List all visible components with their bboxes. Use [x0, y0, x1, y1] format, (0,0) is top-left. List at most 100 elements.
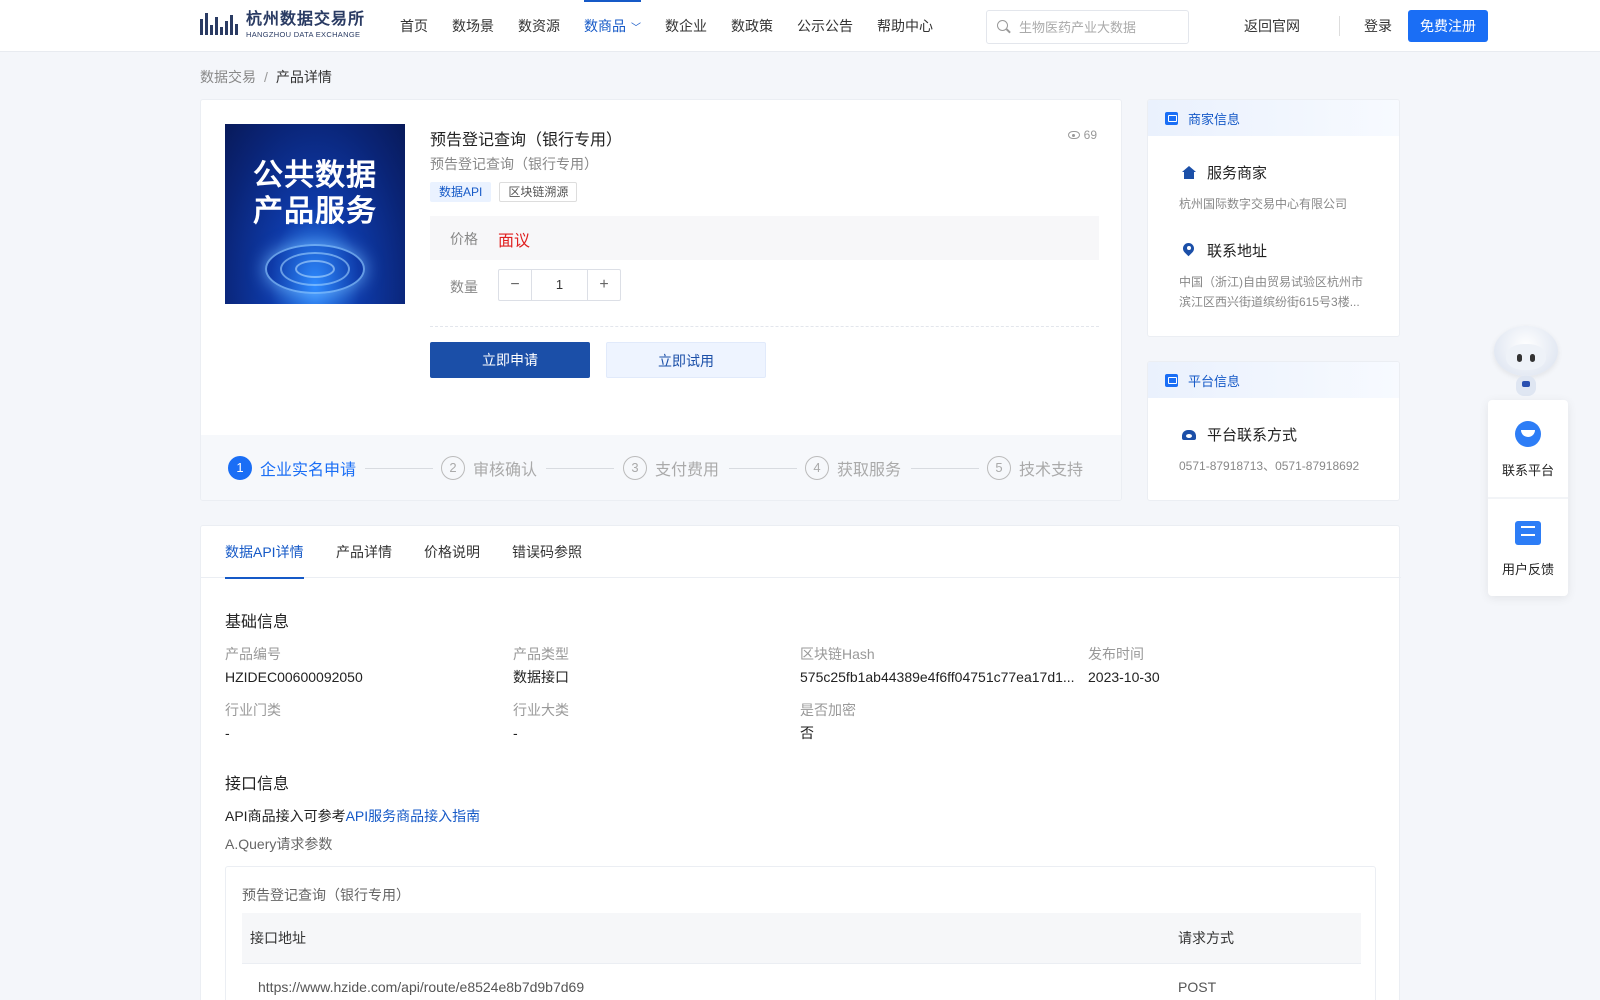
search-input[interactable] [1019, 19, 1179, 35]
api-endpoint-box: 预告登记查询（银行专用） 接口地址 请求方式 https://www.hzide… [225, 866, 1376, 1000]
try-now-button[interactable]: 立即试用 [606, 342, 766, 378]
step-4: 4 获取服务 [805, 455, 901, 481]
floating-panel: 联系平台 用户反馈 [1488, 400, 1568, 596]
step-2: 2 审核确认 [441, 455, 537, 481]
table-row: https://www.hzide.com/api/route/e8524e8b… [242, 963, 1361, 1000]
step-2-number: 2 [441, 456, 465, 480]
step-3: 3 支付费用 [623, 455, 719, 481]
view-count: 69 [1067, 128, 1097, 142]
platform-contact-title: 平台联系方式 [1207, 427, 1298, 444]
step-4-number: 4 [805, 456, 829, 480]
view-count-value: 69 [1083, 128, 1097, 142]
field-blockchain-hash: 区块链Hash 575c25fb1ab44389e4f6ff04751c77ea… [800, 646, 1075, 685]
platform-info-icon [1165, 373, 1178, 387]
col-method-header: 请求方式 [1178, 930, 1234, 946]
register-button[interactable]: 免费注册 [1408, 10, 1488, 42]
breadcrumb-current: 产品详情 [275, 69, 332, 85]
eye-icon [1067, 131, 1080, 139]
logo-title: 杭州数据交易所 [246, 10, 366, 28]
chevron-down-icon: ﹀ [631, 23, 641, 34]
home-icon [1181, 165, 1197, 181]
tag-blockchain-trace: 区块链溯源 [499, 182, 578, 202]
step-5: 5 技术支持 [987, 455, 1083, 481]
nav-resources[interactable]: 数资源 [518, 0, 560, 52]
service-merchant-value: 杭州国际数字交易中心有限公司 [1179, 197, 1348, 211]
col-url-header: 接口地址 [250, 930, 306, 946]
feedback-mail-icon [1512, 517, 1544, 549]
top-header: 杭州数据交易所 HANGZHOU DATA EXCHANGE 首页 数场景 数资… [0, 0, 1600, 52]
nav-home[interactable]: 首页 [400, 0, 428, 52]
nav-scenes[interactable]: 数场景 [452, 0, 494, 52]
site-logo[interactable]: 杭州数据交易所 HANGZHOU DATA EXCHANGE [200, 9, 365, 41]
field-product-code: 产品编号 HZIDEC00600092050 [225, 646, 363, 685]
details-section: 数据API详情 产品详情 价格说明 错误码参照 基础信息 产品编号 HZIDEC… [200, 525, 1401, 1000]
basic-info-title: 基础信息 [225, 614, 290, 631]
search-icon[interactable] [997, 20, 1011, 34]
nav-announcements[interactable]: 公示公告 [797, 0, 853, 52]
step-5-number: 5 [987, 456, 1011, 480]
details-tabs: 数据API详情 产品详情 价格说明 错误码参照 [201, 526, 1401, 579]
phone-icon [1181, 427, 1197, 443]
robot-assistant-icon[interactable] [1486, 326, 1566, 400]
quantity-minus-button[interactable]: − [499, 270, 531, 300]
quantity-plus-button[interactable]: + [588, 270, 620, 300]
field-encrypted: 是否加密 否 [800, 702, 856, 741]
field-industry-major: 行业大类 - [513, 702, 569, 741]
breadcrumb: 数据交易 / 产品详情 [200, 67, 332, 87]
platform-info-title: 平台信息 [1188, 373, 1241, 389]
tag-data-api: 数据API [430, 182, 492, 202]
quantity-input[interactable]: 1 [531, 270, 588, 300]
login-link[interactable]: 登录 [1364, 0, 1392, 52]
service-merchant-title: 服务商家 [1207, 165, 1268, 182]
step-5-label: 技术支持 [1019, 462, 1084, 479]
process-steps: 1 企业实名申请 2 审核确认 3 支付费用 4 获取服务 5 技术支持 [201, 435, 1121, 500]
tab-product-details[interactable]: 产品详情 [336, 526, 392, 578]
api-url-value: https://www.hzide.com/api/route/e8524e8b… [258, 979, 585, 995]
apply-now-button[interactable]: 立即申请 [430, 342, 590, 378]
step-1: 1 企业实名申请 [228, 455, 356, 481]
merchant-info-card: 商家信息 服务商家 杭州国际数字交易中心有限公司 联系地址 中国（浙江)自由贸易… [1147, 99, 1400, 337]
api-note-text: API商品接入可参考 [225, 808, 346, 824]
contact-platform-button[interactable]: 联系平台 [1488, 400, 1568, 496]
merchant-info-title: 商家信息 [1188, 111, 1241, 127]
field-product-type: 产品类型 数据接口 [513, 646, 569, 685]
user-feedback-button[interactable]: 用户反馈 [1488, 499, 1568, 595]
search-box[interactable] [986, 10, 1189, 44]
tab-pricing[interactable]: 价格说明 [424, 526, 480, 578]
product-card: 公共数据 产品服务 预告登记查询（银行专用） 预告登记查询（银行专用） 69 数… [200, 99, 1122, 501]
api-table-header: 接口地址 请求方式 [242, 913, 1361, 963]
product-image-text-2: 产品服务 [253, 195, 377, 228]
nav-help[interactable]: 帮助中心 [877, 0, 933, 52]
tab-api-details[interactable]: 数据API详情 [225, 526, 304, 579]
step-2-label: 审核确认 [473, 462, 538, 479]
platform-contact-value: 0571-87918713、0571-87918692 [1179, 459, 1360, 473]
api-note: API商品接入可参考API服务商品接入指南 [225, 806, 480, 826]
nav-enterprises[interactable]: 数企业 [665, 0, 707, 52]
product-tags: 数据API 区块链溯源 [430, 182, 585, 202]
back-to-site-link[interactable]: 返回官网 [1244, 0, 1300, 52]
contact-address-value: 中国（浙江)自由贸易试验区杭州市滨江区西兴街道缤纷街615号3楼... [1179, 275, 1363, 309]
step-4-label: 获取服务 [837, 462, 902, 479]
contact-platform-label: 联系平台 [1501, 463, 1554, 478]
product-subtitle: 预告登记查询（银行专用） [430, 156, 598, 172]
user-feedback-label: 用户反馈 [1501, 562, 1554, 577]
nav-products-label: 数商品 [584, 18, 626, 34]
breadcrumb-root[interactable]: 数据交易 [200, 69, 256, 85]
product-image-text-1: 公共数据 [253, 159, 377, 192]
merchant-info-icon [1165, 111, 1178, 125]
contact-address-title: 联系地址 [1207, 243, 1268, 260]
platform-info-card: 平台信息 平台联系方式 0571-87918713、0571-87918692 [1147, 361, 1400, 501]
nav-products[interactable]: 数商品 ﹀ [584, 0, 641, 52]
query-params-label: A.Query请求参数 [225, 836, 333, 852]
api-guide-link[interactable]: API服务商品接入指南 [346, 808, 481, 824]
step-1-label: 企业实名申请 [260, 462, 357, 479]
field-industry-category: 行业门类 - [225, 702, 281, 741]
logo-bars-icon [200, 11, 242, 39]
nav-policies[interactable]: 数政策 [731, 0, 773, 52]
headset-icon [1512, 418, 1544, 450]
api-method-value: POST [1178, 979, 1217, 995]
tab-error-codes[interactable]: 错误码参照 [512, 526, 582, 578]
product-title: 预告登记查询（银行专用） [430, 132, 623, 149]
location-pin-icon [1181, 243, 1197, 259]
price-label: 价格 [450, 231, 478, 247]
